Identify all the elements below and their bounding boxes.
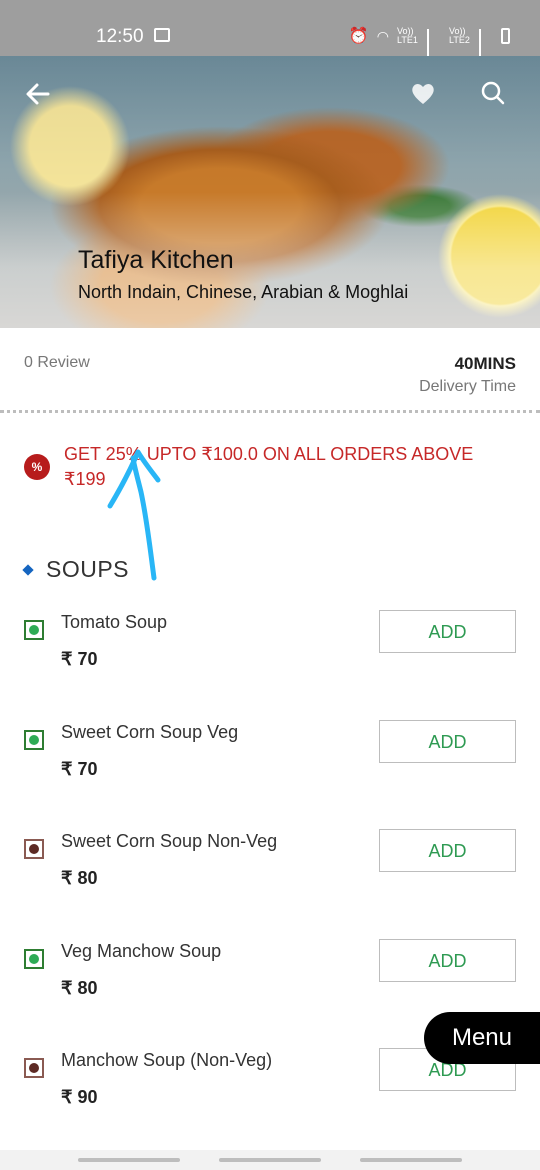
- menu-item: Tomato Soup ₹ 70 ADD: [0, 610, 540, 720]
- section-header: SOUPS: [22, 556, 130, 583]
- veg-indicator-icon: [24, 949, 44, 969]
- wifi-icon: ◠: [376, 27, 389, 44]
- delivery-time-label: Delivery Time: [419, 378, 516, 395]
- signal-2-icon: [479, 29, 493, 63]
- restaurant-hero-image: Tafiya Kitchen North Indain, Chinese, Ar…: [0, 56, 540, 328]
- item-name: Veg Manchow Soup: [61, 941, 222, 961]
- item-price: ₹ 80: [61, 978, 98, 998]
- delivery-time: 40MINS Delivery Time: [419, 354, 516, 396]
- veg-indicator-icon: [24, 620, 44, 640]
- non-veg-indicator-icon: [24, 839, 44, 859]
- item-price: ₹ 80: [61, 868, 98, 888]
- menu-item: Sweet Corn Soup Non-Veg ₹ 80 ADD: [0, 829, 540, 939]
- menu-item: Manchow Soup (Non-Veg) ₹ 90 ADD: [0, 1048, 540, 1158]
- item-price: ₹ 70: [61, 649, 98, 669]
- status-icons: ⏰ ◠ Vo)) LTE1 Vo)) LTE2: [348, 26, 510, 63]
- non-veg-indicator-icon: [24, 1058, 44, 1078]
- system-navigation-bar: [0, 1150, 540, 1170]
- add-button[interactable]: ADD: [379, 939, 516, 982]
- discount-badge-icon: %: [24, 454, 50, 480]
- menu-item: Sweet Corn Soup Veg ₹ 70 ADD: [0, 720, 540, 830]
- signal-1-icon: [427, 29, 441, 63]
- battery-icon: [501, 28, 510, 44]
- item-name: Manchow Soup (Non-Veg): [61, 1050, 273, 1070]
- restaurant-info-row: 0 Review 40MINS Delivery Time: [0, 328, 540, 412]
- dotted-divider: [0, 410, 540, 413]
- restaurant-cuisine: North Indain, Chinese, Arabian & Moghlai: [78, 282, 409, 302]
- item-price: ₹ 90: [61, 1087, 98, 1107]
- gallery-notification-icon: [154, 28, 170, 42]
- back-arrow-icon[interactable]: [22, 78, 54, 110]
- item-name: Tomato Soup: [61, 612, 168, 632]
- favorite-heart-icon[interactable]: [408, 78, 438, 108]
- network-1-label: Vo)) LTE1: [397, 26, 418, 45]
- add-button[interactable]: ADD: [379, 720, 516, 763]
- add-button[interactable]: ADD: [379, 829, 516, 872]
- status-time: 12:50: [96, 26, 144, 47]
- item-name: Sweet Corn Soup Non-Veg: [61, 831, 278, 851]
- status-bar: 12:50 ⏰ ◠ Vo)) LTE1 Vo)) LTE2: [0, 0, 540, 63]
- offer-text: GET 25% UPTO ₹100.0 ON ALL ORDERS ABOVE …: [64, 444, 474, 489]
- restaurant-name: Tafiya Kitchen: [78, 246, 234, 274]
- delivery-time-value: 40MINS: [454, 354, 516, 373]
- item-price: ₹ 70: [61, 759, 98, 779]
- diamond-bullet-icon: [22, 563, 34, 576]
- add-button[interactable]: ADD: [379, 610, 516, 653]
- veg-indicator-icon: [24, 730, 44, 750]
- alarm-icon: ⏰: [348, 28, 369, 45]
- section-title: SOUPS: [46, 556, 130, 582]
- search-icon[interactable]: [478, 78, 508, 108]
- network-2-label: Vo)) LTE2: [449, 26, 470, 45]
- menu-floating-button[interactable]: Menu: [424, 1012, 540, 1064]
- item-name: Sweet Corn Soup Veg: [61, 722, 239, 742]
- reviews-count[interactable]: 0 Review: [24, 354, 90, 372]
